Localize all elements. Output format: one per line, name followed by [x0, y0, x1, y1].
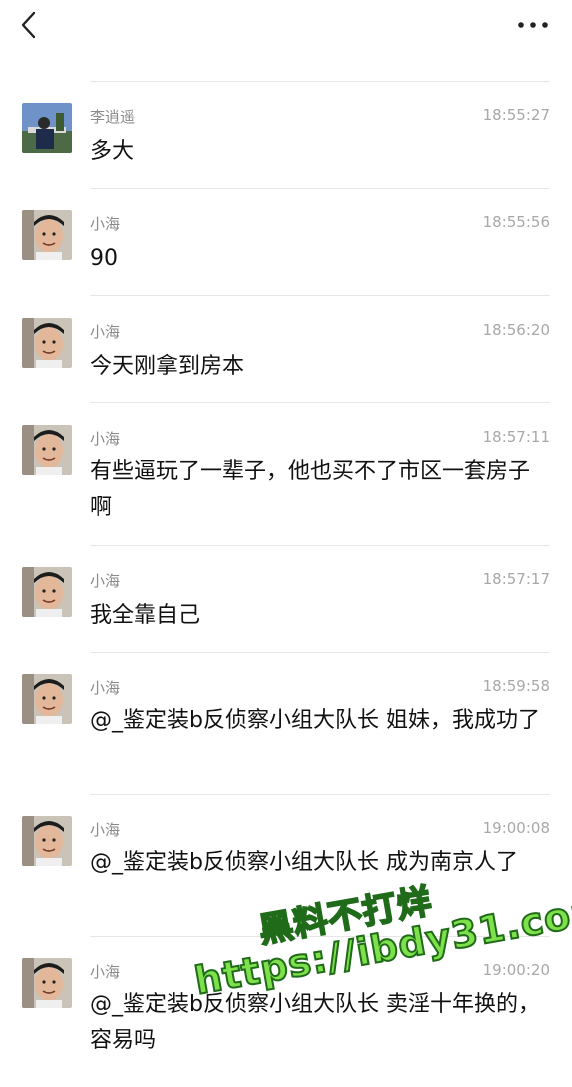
message-time: 18:56:20 — [482, 321, 550, 339]
sender-name: 小海 — [90, 323, 121, 341]
message-time: 18:55:27 — [482, 106, 550, 124]
message-text: @_鉴定装b反侦察小组大队长 姐妹，我成功了 — [90, 708, 540, 733]
message-time: 19:00:08 — [482, 819, 550, 837]
message-time: 18:59:58 — [482, 677, 550, 695]
avatar[interactable] — [22, 210, 72, 260]
sender-name: 李逍遥 — [90, 108, 136, 126]
avatar[interactable] — [22, 103, 72, 153]
message-text: 多大 — [90, 139, 135, 164]
message-time: 18:57:17 — [482, 570, 550, 588]
message-item[interactable]: 李逍遥 18:55:27 多大 — [0, 100, 572, 188]
divider — [90, 81, 550, 82]
sender-name: 小海 — [90, 963, 121, 981]
chevron-left-icon — [21, 11, 36, 39]
sender-name: 小海 — [90, 679, 121, 697]
message-item[interactable]: 小海 18:57:11 有些逼玩了一辈子，他也买不了市区一套房子啊 — [0, 422, 572, 544]
message-text: @_鉴定装b反侦察小组大队长 成为南京人了 — [90, 850, 518, 875]
sender-name: 小海 — [90, 215, 121, 233]
divider — [90, 295, 550, 296]
message-item[interactable]: 小海 18:57:17 我全靠自己 — [0, 564, 572, 652]
divider — [90, 188, 550, 189]
avatar[interactable] — [22, 567, 72, 617]
divider — [90, 402, 550, 403]
message-item[interactable]: 小海 19:00:20 @_鉴定装b反侦察小组大队长 卖淫十年换的，容易吗 — [0, 955, 572, 1077]
more-button[interactable] — [516, 14, 550, 36]
message-text: 我全靠自己 — [90, 603, 201, 628]
sender-name: 小海 — [90, 821, 121, 839]
divider — [90, 794, 550, 795]
message-time: 19:00:20 — [482, 961, 550, 979]
avatar[interactable] — [22, 958, 72, 1008]
sender-name: 小海 — [90, 572, 121, 590]
divider — [90, 652, 550, 653]
message-text: 有些逼玩了一辈子，他也买不了市区一套房子啊 — [90, 459, 531, 520]
divider — [90, 545, 550, 546]
top-bar — [0, 0, 572, 60]
message-item[interactable]: 小海 18:55:56 90 — [0, 207, 572, 295]
avatar[interactable] — [22, 816, 72, 866]
message-text: 今天刚拿到房本 — [90, 354, 245, 379]
message-time: 18:57:11 — [482, 428, 550, 446]
back-button[interactable] — [14, 10, 44, 40]
avatar[interactable] — [22, 425, 72, 475]
message-text: @_鉴定装b反侦察小组大队长 卖淫十年换的，容易吗 — [90, 992, 540, 1053]
message-item[interactable]: 小海 18:56:20 今天刚拿到房本 — [0, 315, 572, 403]
message-item[interactable]: 小海 18:59:58 @_鉴定装b反侦察小组大队长 姐妹，我成功了 — [0, 671, 572, 793]
avatar[interactable] — [22, 674, 72, 724]
divider — [90, 936, 550, 937]
avatar[interactable] — [22, 318, 72, 368]
sender-name: 小海 — [90, 430, 121, 448]
ellipsis-horizontal-icon — [518, 22, 548, 28]
message-item[interactable]: 小海 19:00:08 @_鉴定装b反侦察小组大队长 成为南京人了 — [0, 813, 572, 935]
message-text: 90 — [90, 246, 118, 271]
message-time: 18:55:56 — [482, 213, 550, 231]
